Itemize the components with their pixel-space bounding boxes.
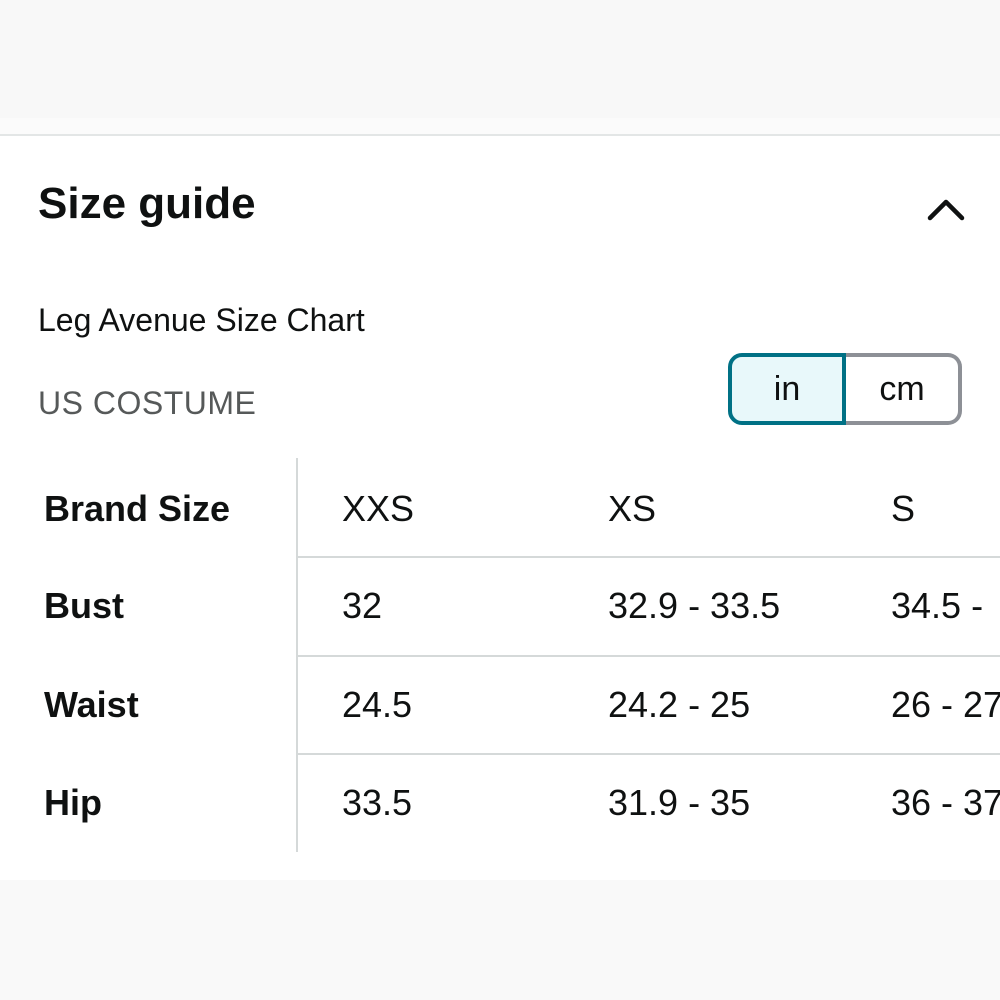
- table-row: Bust 32 32.9 - 33.5 34.5 -: [0, 558, 1000, 656]
- table-cell: 24.5: [342, 684, 413, 725]
- column-header-brand-size: Brand Size: [44, 488, 231, 529]
- table-row: Waist 24.5 24.2 - 25 26 - 27: [0, 657, 1000, 755]
- table-cell: 32.9 - 33.5: [608, 585, 781, 626]
- column-header-size: XXS: [342, 488, 415, 529]
- table-cell: 34.5 -: [891, 585, 984, 626]
- size-table: Brand Size XXS XS S Bust 32 32.9 - 33.5 …: [0, 458, 1000, 852]
- chevron-up-icon: [927, 199, 965, 221]
- table-row: Hip 33.5 31.9 - 35 36 - 37: [0, 755, 1000, 852]
- column-header-size: XS: [608, 488, 657, 529]
- unit-centimeters-button[interactable]: cm: [846, 353, 962, 425]
- table-cell: 33.5: [342, 782, 413, 823]
- table-cell: 36 - 37: [891, 782, 1000, 823]
- table-cell: 26 - 27: [891, 684, 1000, 725]
- table-cell: 24.2 - 25: [608, 684, 751, 725]
- table-cell: 32: [342, 585, 383, 626]
- page-background-bottom: [0, 880, 1000, 1000]
- size-region-label: US COSTUME: [38, 385, 257, 421]
- row-label: Hip: [44, 782, 102, 823]
- collapse-button[interactable]: [918, 184, 974, 232]
- column-header-size: S: [891, 488, 916, 529]
- unit-inches-button[interactable]: in: [728, 353, 846, 425]
- size-guide-title: Size guide: [38, 179, 256, 228]
- unit-toggle: in cm: [728, 353, 962, 425]
- page-background-top: [0, 0, 1000, 118]
- table-cell: 31.9 - 35: [608, 782, 751, 823]
- row-label: Waist: [44, 684, 139, 725]
- table-header-row: Brand Size XXS XS S: [0, 458, 1000, 556]
- size-chart-name: Leg Avenue Size Chart: [38, 302, 365, 338]
- row-label: Bust: [44, 585, 124, 626]
